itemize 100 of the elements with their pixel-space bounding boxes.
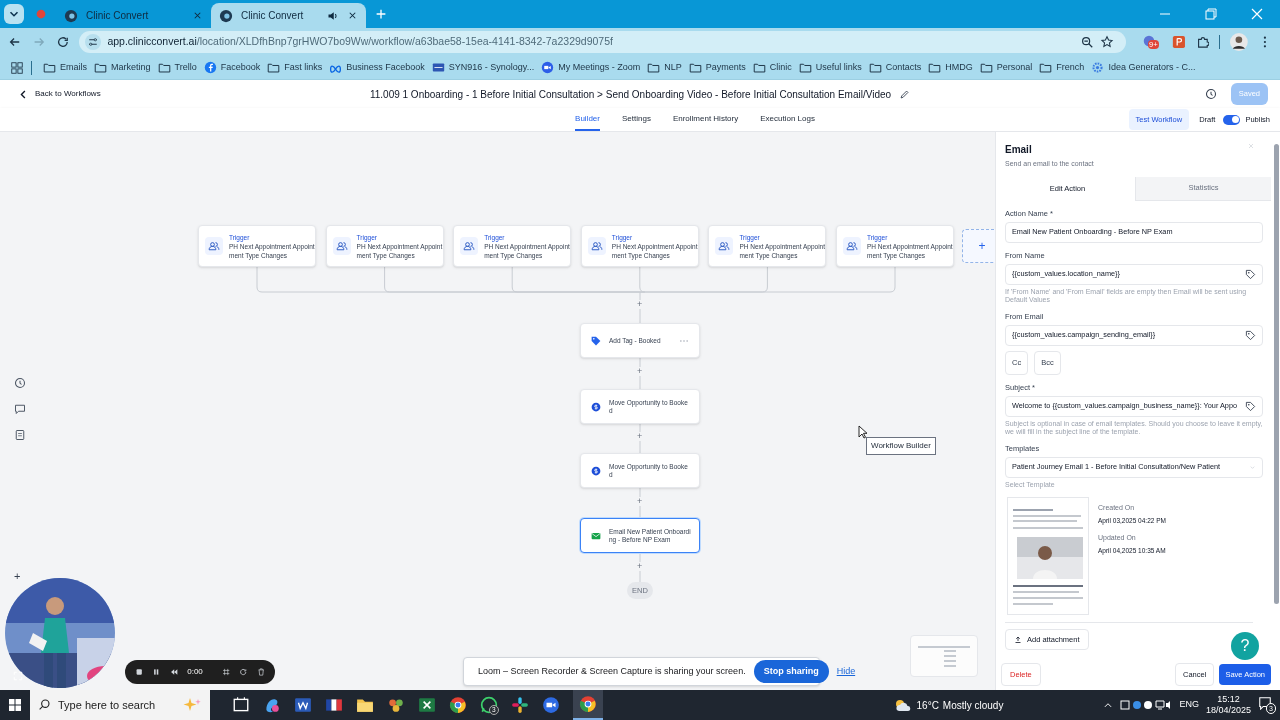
bookmark[interactable]: French [1039,60,1085,75]
bookmark[interactable]: Contacts [868,60,922,75]
folder-icon [267,61,281,74]
taskbar-app[interactable] [573,690,603,720]
bookmark-label: Facebook [220,60,261,74]
tag-icon[interactable] [1245,400,1256,412]
bookmark[interactable]: Personal [979,60,1033,75]
folder-icon [43,61,56,74]
folder-icon [1039,61,1053,74]
tab-search-icon[interactable] [4,4,24,24]
workflow-title: 11.009 1 Onboarding - 1 Before Initial Consultation > Send Onboarding Video - Before Initial Consultation Email/Video [369,87,892,102]
flag-icon[interactable] [325,696,343,714]
extension-icon[interactable] [1171,35,1186,49]
bookmark[interactable]: HMDG [928,60,973,75]
nav-tab[interactable]: Execution Logs [760,108,815,131]
bookmark[interactable]: Facebook [203,60,261,75]
folder-icon[interactable] [356,696,374,714]
reload-icon[interactable] [55,35,70,49]
bookmark[interactable]: Trello [157,60,197,75]
expand-icon[interactable] [13,671,23,681]
server-icon [431,61,445,74]
close-icon[interactable] [192,10,203,21]
add-step-plus[interactable]: + [637,367,643,376]
video-call-icon[interactable] [542,696,560,714]
folder-icon [752,61,766,74]
add-step-plus[interactable]: + [637,497,643,506]
search-icon [38,698,51,711]
bookmark[interactable]: Marketing [94,60,151,75]
weather-icon [893,698,912,712]
publish-toggle[interactable] [1223,114,1241,125]
add-step-plus[interactable]: + [637,300,643,309]
document-app-icon[interactable] [294,696,312,714]
apps-grid-icon[interactable] [10,60,24,75]
browser-tab[interactable]: Clinic Convert [211,3,366,28]
task-view-icon[interactable] [232,696,250,714]
bookmark[interactable]: SYN916 - Synology... [431,60,535,75]
add-step-plus[interactable]: + [637,562,643,571]
browser-tab[interactable]: Clinic Convert [56,3,211,28]
stop-icon[interactable] [135,667,144,677]
bookmark-label: Useful links [815,60,862,74]
puzzle-icon[interactable] [1195,35,1210,49]
tag-icon [591,335,601,346]
add-trigger-button[interactable]: + [962,229,995,263]
bookmark[interactable]: Business Facebook [329,60,425,75]
bookmark[interactable]: Useful links [798,60,862,75]
close-icon[interactable] [347,10,358,21]
users-icon [332,237,351,255]
history-icon[interactable] [14,377,26,389]
trash-icon[interactable] [256,667,265,677]
bookmark[interactable]: Idea Generators - C... [1091,60,1196,75]
round-logo-icon[interactable] [449,696,467,714]
swirl-logo-icon[interactable] [263,696,281,714]
grid-icon[interactable] [221,667,231,677]
back-icon[interactable] [8,35,22,49]
users-icon [587,237,606,255]
tab-title: Clinic Convert [86,9,150,23]
bookmark-label: Marketing [111,60,151,74]
search-field[interactable]: Type here to search [30,690,210,720]
avatar-icon[interactable] [1230,33,1249,51]
tag-icon[interactable] [1245,269,1256,280]
add-step-plus[interactable]: + [637,432,643,441]
grid-logo-icon[interactable] [511,696,529,714]
bookmark[interactable]: My Meetings - Zoom [541,60,641,75]
bookmark-label: Emails [60,60,87,74]
hide-link[interactable]: Hide [836,664,856,679]
rewind-icon[interactable] [169,667,179,677]
bookmark[interactable]: NLP [647,60,682,75]
nav-tab[interactable]: Enrollment History [672,108,739,131]
edit-icon[interactable] [899,88,911,100]
tag-icon[interactable] [1245,330,1256,342]
app-icon[interactable] [387,696,405,714]
comment-icon[interactable] [14,403,26,415]
bookmark-label: My Meetings - Zoom [558,60,641,74]
bookmark[interactable]: Emails [43,60,87,75]
pause-icon[interactable] [152,667,161,677]
panel-title: Email [1005,143,1033,157]
undo-icon[interactable] [239,667,248,677]
timer: 0:00 [187,666,203,678]
gear-icon [1091,61,1105,74]
bookmark-star-icon[interactable] [1099,35,1114,49]
address-bar[interactable]: app.clinicconvert.ai/location/XLDfhBnp7grHWO7bo9Ww/workflow/a63bae58-15ea-4141-8342-7a2329d9075f [79,31,1126,53]
nav-tab[interactable]: Settings [621,108,651,131]
bookmark[interactable]: Clinic [752,60,792,75]
speaker-icon[interactable] [327,9,339,22]
zoom-icon[interactable] [1079,35,1094,49]
spreadsheet-app-icon[interactable] [418,696,436,714]
chevron-down-icon [1249,464,1256,471]
zoom-in-button[interactable]: + [14,568,21,585]
share-message: Loom – Screen Recorder & Screen Capture is sharing your screen. [478,664,746,678]
bookmark[interactable]: Fast links [267,60,323,75]
folder-icon [157,61,171,74]
stop-sharing-button[interactable]: Stop sharing [753,659,829,684]
note-icon[interactable] [14,429,26,441]
chevron-up-icon[interactable] [1103,700,1114,710]
new-tab-icon[interactable] [374,7,388,21]
tray-icons-drawing[interactable] [1120,699,1173,711]
bookmark[interactable]: Payments [688,60,746,75]
history-icon[interactable] [1204,88,1217,100]
back-link[interactable]: Back to Workflows [18,88,370,100]
site-settings-icon [85,34,102,50]
